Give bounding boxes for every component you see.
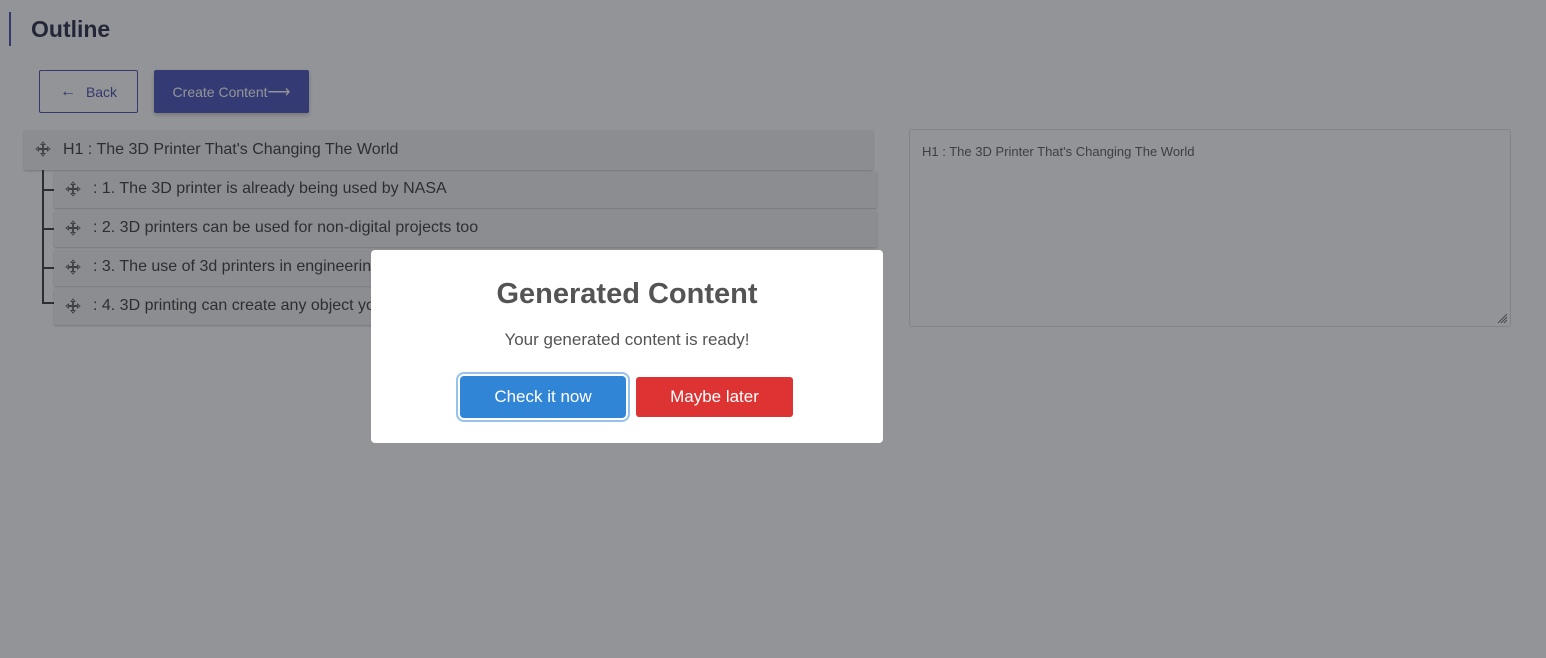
generated-content-dialog: Generated Content Your generated content… [371, 250, 883, 443]
check-it-now-button[interactable]: Check it now [460, 376, 626, 418]
dialog-title: Generated Content [496, 278, 758, 310]
maybe-later-button[interactable]: Maybe later [636, 377, 793, 417]
dialog-message: Your generated content is ready! [504, 330, 750, 349]
